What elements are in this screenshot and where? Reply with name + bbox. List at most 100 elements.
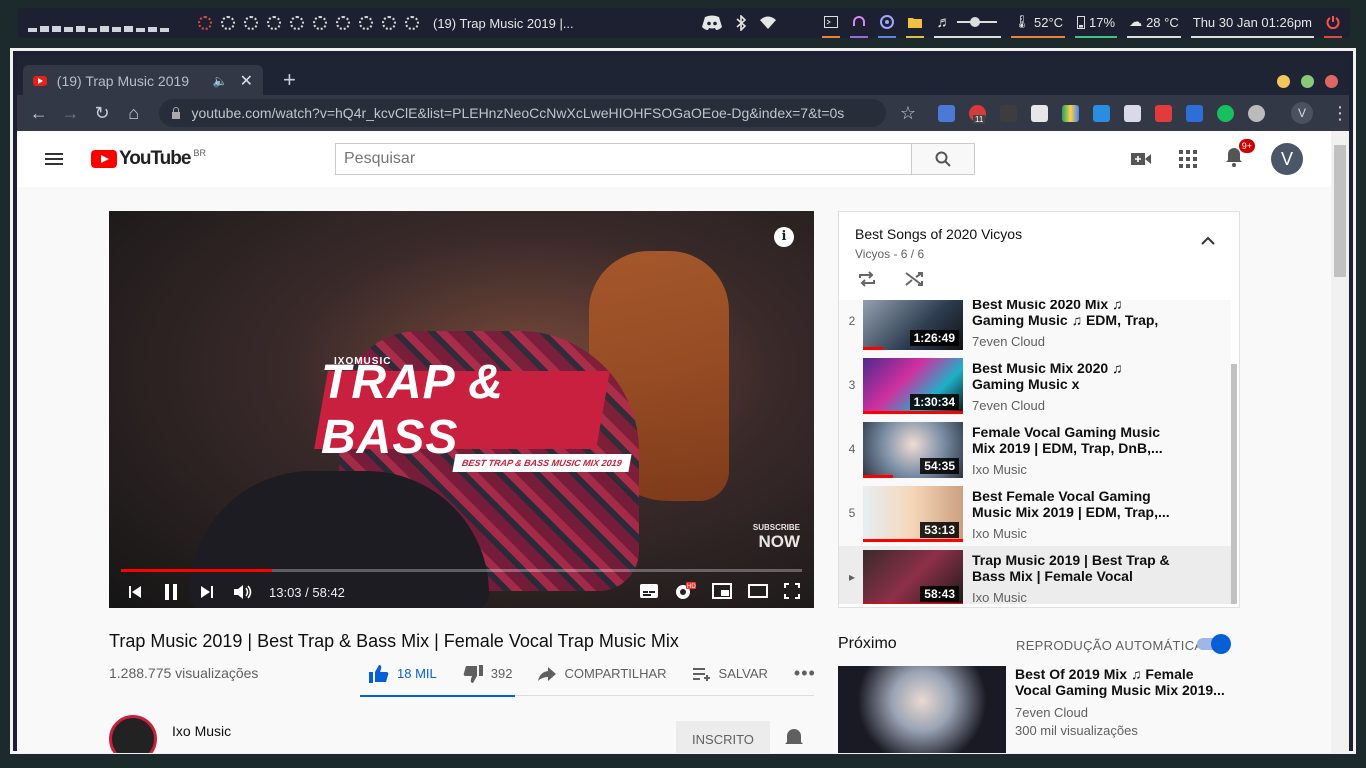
more-actions-button[interactable]: ••• (794, 663, 816, 684)
theater-mode-icon[interactable] (748, 584, 768, 598)
player-controls: 13:03 / 58:42 HD (109, 577, 814, 607)
terminal-launcher[interactable] (822, 8, 841, 38)
previous-button[interactable] (125, 585, 145, 599)
playlist-item-current[interactable]: ▸ 58:43 Trap Music 2019 | Best Trap & Ba… (839, 546, 1231, 604)
playlist-thumbnail: 1:26:49 (863, 300, 963, 350)
translate-extension-icon[interactable] (937, 104, 955, 122)
new-tab-button[interactable]: + (283, 69, 296, 91)
channel-avatar[interactable] (109, 715, 157, 753)
bookmark-star-icon[interactable]: ☆ (900, 103, 916, 124)
account-avatar[interactable]: V (1271, 143, 1303, 175)
infinity-extension-icon[interactable] (1154, 104, 1172, 122)
files-launcher[interactable] (906, 8, 925, 38)
create-video-icon[interactable] (1131, 152, 1151, 166)
drive-extension-icon[interactable] (1061, 104, 1079, 122)
pause-button[interactable] (161, 583, 181, 601)
dark-extension-icon[interactable] (999, 104, 1017, 122)
video-player[interactable]: IXOMUSIC TRAP & BASS BEST TRAP & BASS MU… (109, 211, 814, 608)
close-tab-icon[interactable]: ✕ (240, 71, 253, 91)
profile-avatar[interactable]: V (1290, 102, 1313, 124)
address-bar[interactable]: youtube.com/watch?v=hQ4r_kcvClE&list=PLE… (159, 99, 886, 127)
playlist-item[interactable]: 4 54:35 Female Vocal Gaming Music Mix 20… (839, 418, 1231, 482)
up-next-title[interactable]: Best Of 2019 Mix ♫ Female Vocal Gaming M… (1015, 666, 1225, 698)
headphones-indicator[interactable] (850, 8, 869, 38)
workspace-9[interactable] (382, 16, 396, 30)
save-button[interactable]: SALVAR (692, 666, 768, 681)
reload-button[interactable]: ↻ (86, 103, 118, 124)
clock[interactable]: Thu 30 Jan 01:26pm (1190, 8, 1314, 38)
workspace-6[interactable] (313, 16, 327, 30)
s-extension-icon[interactable] (1092, 104, 1110, 122)
workspace-1[interactable] (198, 16, 212, 30)
menu-icon[interactable] (45, 150, 63, 168)
page-scrollbar-thumb[interactable] (1334, 145, 1346, 277)
workspace-4[interactable] (267, 16, 281, 30)
subscribed-button[interactable]: INSCRITO (676, 721, 770, 753)
grammarly-extension-icon[interactable] (1216, 104, 1234, 122)
next-button[interactable] (197, 585, 217, 599)
progress-fill (121, 569, 273, 572)
chrome-launcher[interactable] (878, 8, 897, 38)
search-input[interactable] (335, 143, 911, 175)
channel-name[interactable]: Ixo Music (172, 723, 231, 739)
volume-slider-track[interactable] (955, 16, 999, 28)
playlist-item[interactable]: 3 1:30:34 Best Music Mix 2020 ♫ Gaming M… (839, 354, 1231, 418)
forward-button[interactable]: → (55, 103, 87, 124)
info-icon[interactable]: i (774, 227, 794, 247)
subscribe-now-watermark[interactable]: SUBSCRIBE NOW (753, 523, 800, 552)
watched-progress (863, 411, 963, 414)
workspace-5[interactable] (290, 16, 304, 30)
bitwarden-extension-icon[interactable] (1185, 104, 1203, 122)
shuffle-playlist-button[interactable] (905, 270, 925, 293)
home-button[interactable]: ⌂ (118, 103, 150, 124)
bluetooth-icon[interactable] (735, 15, 747, 31)
adblock-extension-icon[interactable]: 11 (968, 104, 986, 124)
terminal-icon (824, 16, 839, 28)
search-button[interactable] (911, 143, 975, 175)
back-button[interactable]: ← (23, 103, 55, 124)
workspace-3[interactable] (244, 16, 258, 30)
wifi-icon[interactable] (759, 16, 777, 30)
playlist-item[interactable]: 2 1:26:49 Best Music 2020 Mix ♫ Gaming M… (839, 300, 1231, 354)
page-scrollbar[interactable] (1331, 131, 1349, 753)
volume-slider[interactable]: ♬ (934, 8, 1002, 38)
notifications-button[interactable]: 9+ (1225, 138, 1255, 172)
minimize-button[interactable] (1277, 75, 1290, 88)
loop-playlist-button[interactable] (857, 270, 877, 293)
browser-menu-icon[interactable]: ⋮ (1331, 103, 1349, 124)
audio-playing-icon[interactable]: 🔈 (213, 74, 228, 88)
apps-grid-icon[interactable] (1179, 150, 1197, 168)
channel-notifications-button[interactable] (783, 727, 805, 753)
workspace-10[interactable] (405, 16, 419, 30)
power-button[interactable] (1324, 8, 1342, 38)
tab-youtube[interactable]: (19) Trap Music 2019 🔈 ✕ (23, 65, 263, 96)
miniplayer-icon[interactable] (712, 583, 732, 599)
discord-icon[interactable] (701, 15, 723, 31)
playlist-scrollbar[interactable] (1231, 364, 1237, 604)
up-next-thumbnail[interactable] (838, 666, 1006, 753)
share-button[interactable]: COMPARTILHAR (538, 666, 667, 681)
workspace-8[interactable] (359, 16, 373, 30)
playlist-title[interactable]: Best Songs of 2020 Vicyos (855, 226, 1022, 242)
close-window-button[interactable] (1325, 75, 1338, 88)
autoplay-toggle[interactable] (1195, 634, 1231, 654)
fullscreen-icon[interactable] (784, 583, 800, 599)
mail-extension-icon[interactable] (1030, 104, 1048, 122)
like-button[interactable]: 18 MIL (369, 664, 437, 683)
compass-extension-icon[interactable] (1247, 104, 1265, 122)
dislike-button[interactable]: 392 (463, 664, 512, 683)
volume-button[interactable] (233, 584, 253, 600)
youtube-logo[interactable]: YouTube BR (91, 148, 206, 170)
settings-gear-icon[interactable]: HD (674, 581, 696, 601)
player-controls-right: HD (640, 581, 800, 601)
camera-extension-icon[interactable] (1123, 104, 1141, 122)
subtitles-icon[interactable] (640, 584, 658, 598)
maximize-button[interactable] (1301, 75, 1314, 88)
workspace-switcher (198, 16, 419, 30)
progress-bar[interactable] (121, 569, 802, 572)
playlist-item[interactable]: 5 53:13 Best Female Vocal Gaming Music M… (839, 482, 1231, 546)
workspace-7[interactable] (336, 16, 350, 30)
youtube-header: YouTube BR 9+ V (17, 131, 1331, 187)
collapse-playlist-button[interactable] (1201, 232, 1215, 250)
workspace-2[interactable] (221, 16, 235, 30)
